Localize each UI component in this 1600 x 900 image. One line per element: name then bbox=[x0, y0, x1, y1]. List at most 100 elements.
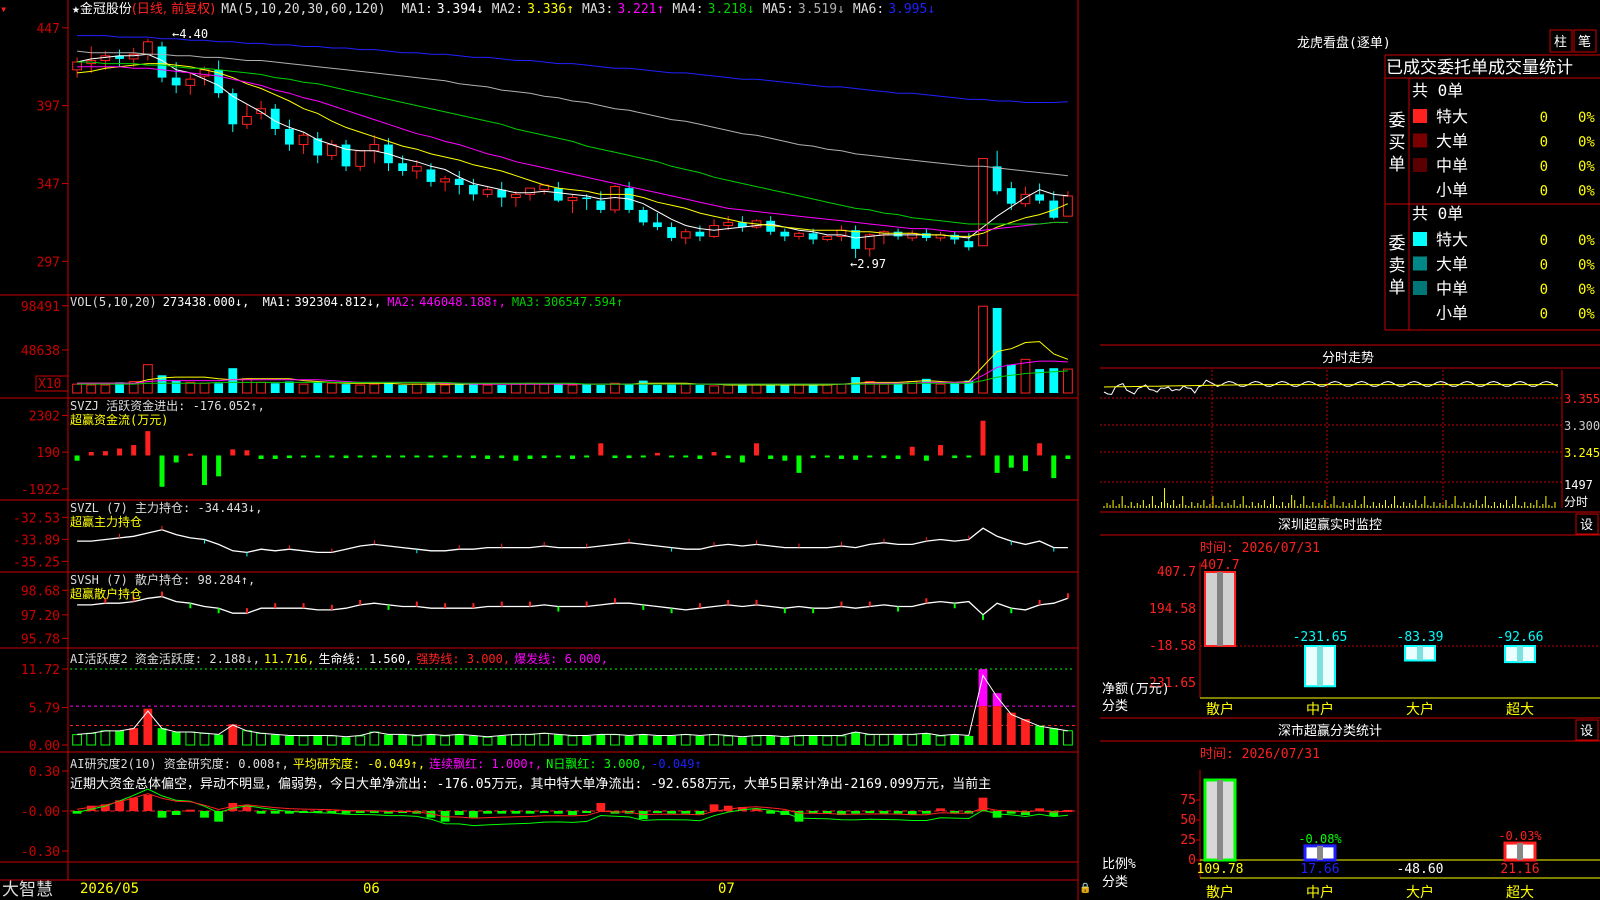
classify-panel[interactable]: 深市超赢分类统计 设 时间: 2026/07/31 75 50 25 0109.78 散… bbox=[1100, 717, 1600, 900]
activity-bar[interactable] bbox=[298, 735, 309, 746]
fund-flow-bar[interactable] bbox=[994, 455, 1000, 473]
research-bar[interactable] bbox=[483, 811, 492, 814]
right-panel[interactable]: 龙虎看盘(逐单) 柱 笔 已成交委托单成交量统计 委买单 委卖单 共 0单 共 … bbox=[1100, 0, 1600, 900]
candle-body[interactable] bbox=[808, 233, 818, 240]
research-bar[interactable] bbox=[865, 811, 875, 813]
fund-flow-bar[interactable] bbox=[810, 455, 816, 459]
volume-bar[interactable] bbox=[171, 380, 181, 393]
activity-bar[interactable] bbox=[751, 735, 762, 746]
volume-bar[interactable] bbox=[822, 384, 833, 394]
activity-bar[interactable] bbox=[709, 734, 719, 746]
activity-bar[interactable] bbox=[525, 734, 535, 746]
stock-name[interactable]: 金冠股份 bbox=[80, 1, 132, 17]
fund-flow-bar[interactable] bbox=[1022, 455, 1028, 472]
activity-bar[interactable] bbox=[851, 732, 860, 745]
activity-bar[interactable] bbox=[667, 735, 676, 745]
fund-flow-bar[interactable] bbox=[414, 455, 420, 458]
volume-bar[interactable] bbox=[893, 383, 903, 393]
research-bar[interactable] bbox=[497, 811, 507, 814]
fund-flow-bar[interactable] bbox=[88, 452, 94, 456]
fund-flow-bar[interactable] bbox=[867, 455, 873, 458]
volume-bar[interactable] bbox=[539, 383, 550, 394]
volume-bar[interactable] bbox=[86, 384, 97, 394]
activity-bar[interactable] bbox=[610, 734, 620, 746]
activity-bar[interactable] bbox=[285, 735, 294, 745]
activity-bar[interactable] bbox=[907, 734, 918, 746]
activity-bar[interactable] bbox=[992, 693, 1002, 707]
candle-body[interactable] bbox=[582, 197, 592, 200]
research-bar[interactable] bbox=[667, 811, 676, 814]
activity-bar[interactable] bbox=[270, 734, 280, 745]
volume-bar[interactable] bbox=[270, 383, 280, 393]
volume-bar[interactable] bbox=[355, 384, 366, 394]
volume-bar[interactable] bbox=[326, 382, 337, 394]
volume-bar[interactable] bbox=[553, 384, 563, 393]
activity-bar[interactable] bbox=[653, 735, 662, 745]
candle-body[interactable] bbox=[567, 196, 578, 202]
fund-flow-bar[interactable] bbox=[442, 455, 448, 458]
lock-icon[interactable]: 🔒 bbox=[1079, 882, 1091, 894]
activity-bar[interactable] bbox=[766, 735, 776, 745]
volume-bar[interactable] bbox=[411, 383, 422, 394]
fund-flow-bar[interactable] bbox=[612, 455, 618, 459]
monitor-settings-button[interactable]: 设 bbox=[1580, 518, 1593, 533]
fund-flow-bar[interactable] bbox=[725, 455, 731, 459]
fund-flow-bar[interactable] bbox=[923, 455, 929, 461]
fund-flow-bar[interactable] bbox=[1037, 443, 1043, 456]
candle-body[interactable] bbox=[780, 231, 790, 237]
fund-flow-bar[interactable] bbox=[1065, 455, 1071, 459]
activity-bar[interactable] bbox=[72, 734, 82, 746]
activity-bar[interactable] bbox=[893, 734, 903, 745]
activity-bar[interactable] bbox=[1006, 712, 1016, 745]
fund-flow-bar[interactable] bbox=[909, 446, 915, 456]
candle-body[interactable] bbox=[440, 178, 450, 183]
activity-bar[interactable] bbox=[808, 735, 818, 745]
volume-bar[interactable] bbox=[426, 383, 436, 393]
research-bar[interactable] bbox=[582, 811, 592, 813]
fund-flow-bar[interactable] bbox=[357, 455, 363, 458]
candle-body[interactable] bbox=[992, 166, 1002, 192]
period-label[interactable]: (日线, 前复权) bbox=[132, 1, 215, 17]
activity-bar[interactable] bbox=[369, 731, 380, 746]
fund-flow-bar[interactable] bbox=[1008, 455, 1014, 468]
activity-bar[interactable] bbox=[794, 735, 804, 746]
candle-body[interactable] bbox=[638, 209, 648, 223]
fund-flow-bar[interactable] bbox=[1051, 455, 1057, 479]
research-bar[interactable] bbox=[171, 811, 181, 815]
volume-bar[interactable] bbox=[610, 382, 620, 394]
panel-menu-icon[interactable]: ▾ bbox=[0, 2, 7, 16]
research-bar[interactable] bbox=[200, 811, 209, 818]
fund-flow-bar[interactable] bbox=[654, 452, 660, 456]
activity-bar[interactable] bbox=[582, 735, 592, 745]
realtime-monitor-panel[interactable]: 深圳超赢实时监控 设 时间: 2026/07/31 407.7 194.58 -18… bbox=[1100, 511, 1600, 718]
candle-body[interactable] bbox=[851, 230, 860, 249]
fund-flow-bar[interactable] bbox=[343, 455, 349, 459]
activity-bar[interactable] bbox=[171, 732, 181, 745]
fund-flow-bar[interactable] bbox=[838, 455, 844, 459]
activity-bar[interactable] bbox=[964, 735, 974, 745]
classify-bar-chart[interactable]: 75 50 25 0109.78 散户 -0.08% 17.66 中户 -48.60 大户 -0.0… bbox=[1102, 770, 1600, 900]
candle-body[interactable] bbox=[510, 193, 521, 198]
research-bar[interactable] bbox=[454, 811, 464, 815]
activity-bar[interactable] bbox=[921, 733, 931, 745]
activity-bar[interactable] bbox=[978, 706, 988, 745]
candle-body[interactable] bbox=[1006, 188, 1016, 204]
candle-body[interactable] bbox=[709, 225, 719, 237]
activity-bar[interactable] bbox=[313, 735, 323, 745]
fund-flow-bar[interactable] bbox=[315, 455, 321, 458]
fund-flow-bar[interactable] bbox=[881, 455, 887, 459]
research-bar[interactable] bbox=[469, 811, 478, 818]
intraday-chart[interactable] bbox=[1100, 370, 1563, 508]
fund-flow-bar[interactable] bbox=[513, 455, 519, 461]
volume-bar[interactable] bbox=[638, 380, 648, 393]
column-mode-button[interactable]: 柱 bbox=[1554, 35, 1567, 50]
activity-bar[interactable] bbox=[510, 734, 521, 746]
candle-body[interactable] bbox=[525, 187, 535, 195]
research-bar[interactable] bbox=[893, 811, 903, 814]
activity-bar[interactable] bbox=[129, 728, 139, 745]
volume-bar[interactable] bbox=[298, 383, 309, 394]
research-bar[interactable] bbox=[766, 811, 776, 814]
fund-flow-bar[interactable] bbox=[499, 455, 505, 459]
volume-bar[interactable] bbox=[341, 384, 351, 393]
fund-flow-bar[interactable] bbox=[739, 455, 745, 463]
